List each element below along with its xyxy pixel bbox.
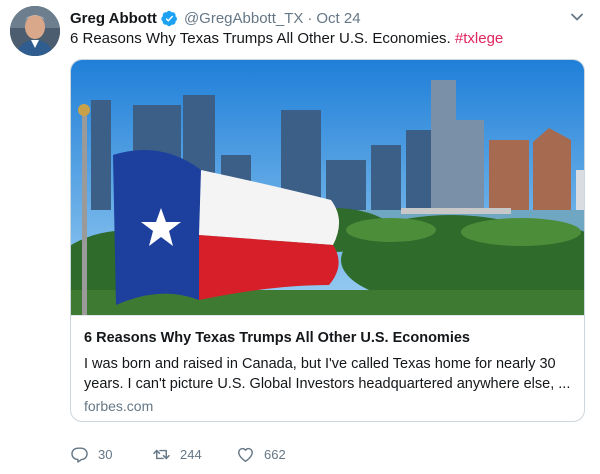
like-count: 662 (264, 446, 286, 462)
card-body: 6 Reasons Why Texas Trumps All Other U.S… (71, 315, 584, 421)
reply-icon (71, 446, 88, 463)
retweet-count: 244 (180, 446, 202, 462)
like-button[interactable]: 662 (236, 444, 286, 464)
separator-dot: · (307, 9, 313, 27)
like-icon (238, 447, 253, 462)
chevron-down-icon[interactable] (570, 10, 584, 24)
card-image (71, 60, 584, 315)
link-card[interactable]: 6 Reasons Why Texas Trumps All Other U.S… (70, 59, 585, 422)
card-title: 6 Reasons Why Texas Trumps All Other U.S… (84, 330, 470, 346)
retweet-icon (153, 449, 170, 459)
tweet-header: Greg Abbott @GregAbbott_TX · Oct 24 (70, 8, 361, 28)
verified-badge-icon (161, 10, 177, 26)
tweet-body: 6 Reasons Why Texas Trumps All Other U.S… (70, 30, 451, 47)
tweet-text: 6 Reasons Why Texas Trumps All Other U.S… (70, 30, 503, 47)
reply-count: 30 (98, 446, 113, 462)
card-domain: forbes.com (84, 398, 154, 414)
card-description: I was born and raised in Canada, but I'v… (84, 356, 571, 392)
avatar-image (10, 6, 60, 56)
retweet-button[interactable]: 244 (152, 444, 202, 464)
tweet-date[interactable]: Oct 24 (316, 10, 360, 27)
reply-button[interactable]: 30 (70, 444, 112, 464)
author-display-name[interactable]: Greg Abbott (70, 10, 157, 27)
hashtag-link[interactable]: #txlege (455, 30, 503, 47)
author-handle[interactable]: @GregAbbott_TX (184, 10, 303, 27)
avatar[interactable] (10, 6, 60, 56)
